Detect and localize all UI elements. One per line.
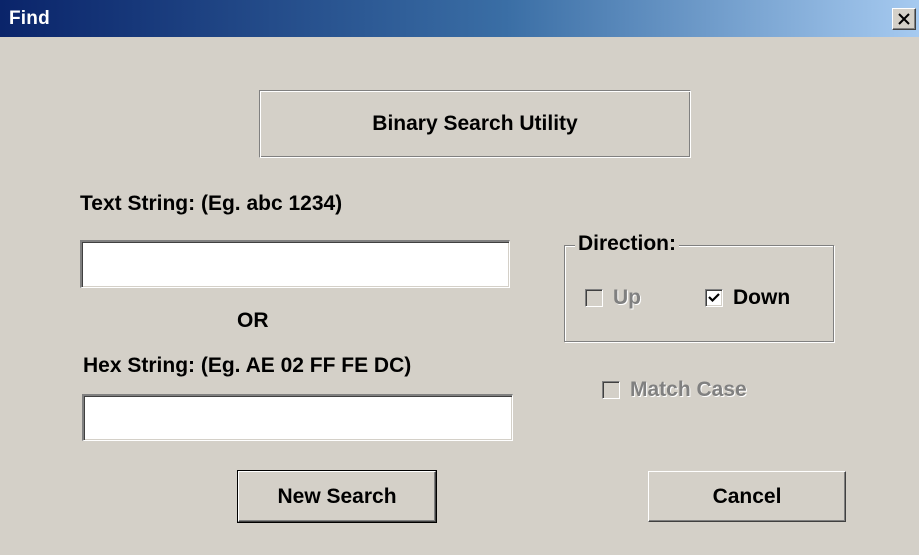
close-button[interactable]: [892, 8, 916, 30]
down-label: Down: [733, 286, 791, 309]
hex-string-label: Hex String: (Eg. AE 02 FF FE DC): [83, 354, 412, 377]
heading-title: Binary Search Utility: [372, 112, 578, 135]
window-title: Find: [9, 8, 50, 29]
new-search-button[interactable]: New Search: [237, 470, 437, 523]
direction-legend: Direction:: [575, 232, 680, 256]
match-case-checkbox[interactable]: [602, 381, 620, 399]
direction-group: Direction: Up Down: [564, 232, 834, 342]
checkmark-icon: [708, 293, 720, 303]
cancel-button[interactable]: Cancel: [648, 471, 846, 522]
direction-up-option[interactable]: Up: [585, 286, 641, 310]
up-checkbox[interactable]: [585, 289, 603, 307]
up-label: Up: [613, 286, 641, 309]
match-case-label: Match Case: [630, 378, 747, 401]
text-string-input[interactable]: [80, 240, 510, 288]
match-case-option[interactable]: Match Case: [602, 378, 747, 402]
or-label: OR: [237, 309, 269, 332]
find-dialog: Find Binary Search Utility Text String: …: [0, 0, 919, 555]
text-string-label: Text String: (Eg. abc 1234): [80, 192, 343, 215]
heading-panel: Binary Search Utility: [259, 90, 691, 158]
direction-down-option[interactable]: Down: [705, 286, 790, 310]
hex-string-input[interactable]: [82, 394, 513, 441]
down-checkbox[interactable]: [705, 289, 723, 307]
title-bar[interactable]: Find: [0, 0, 919, 37]
close-icon: [898, 13, 910, 25]
